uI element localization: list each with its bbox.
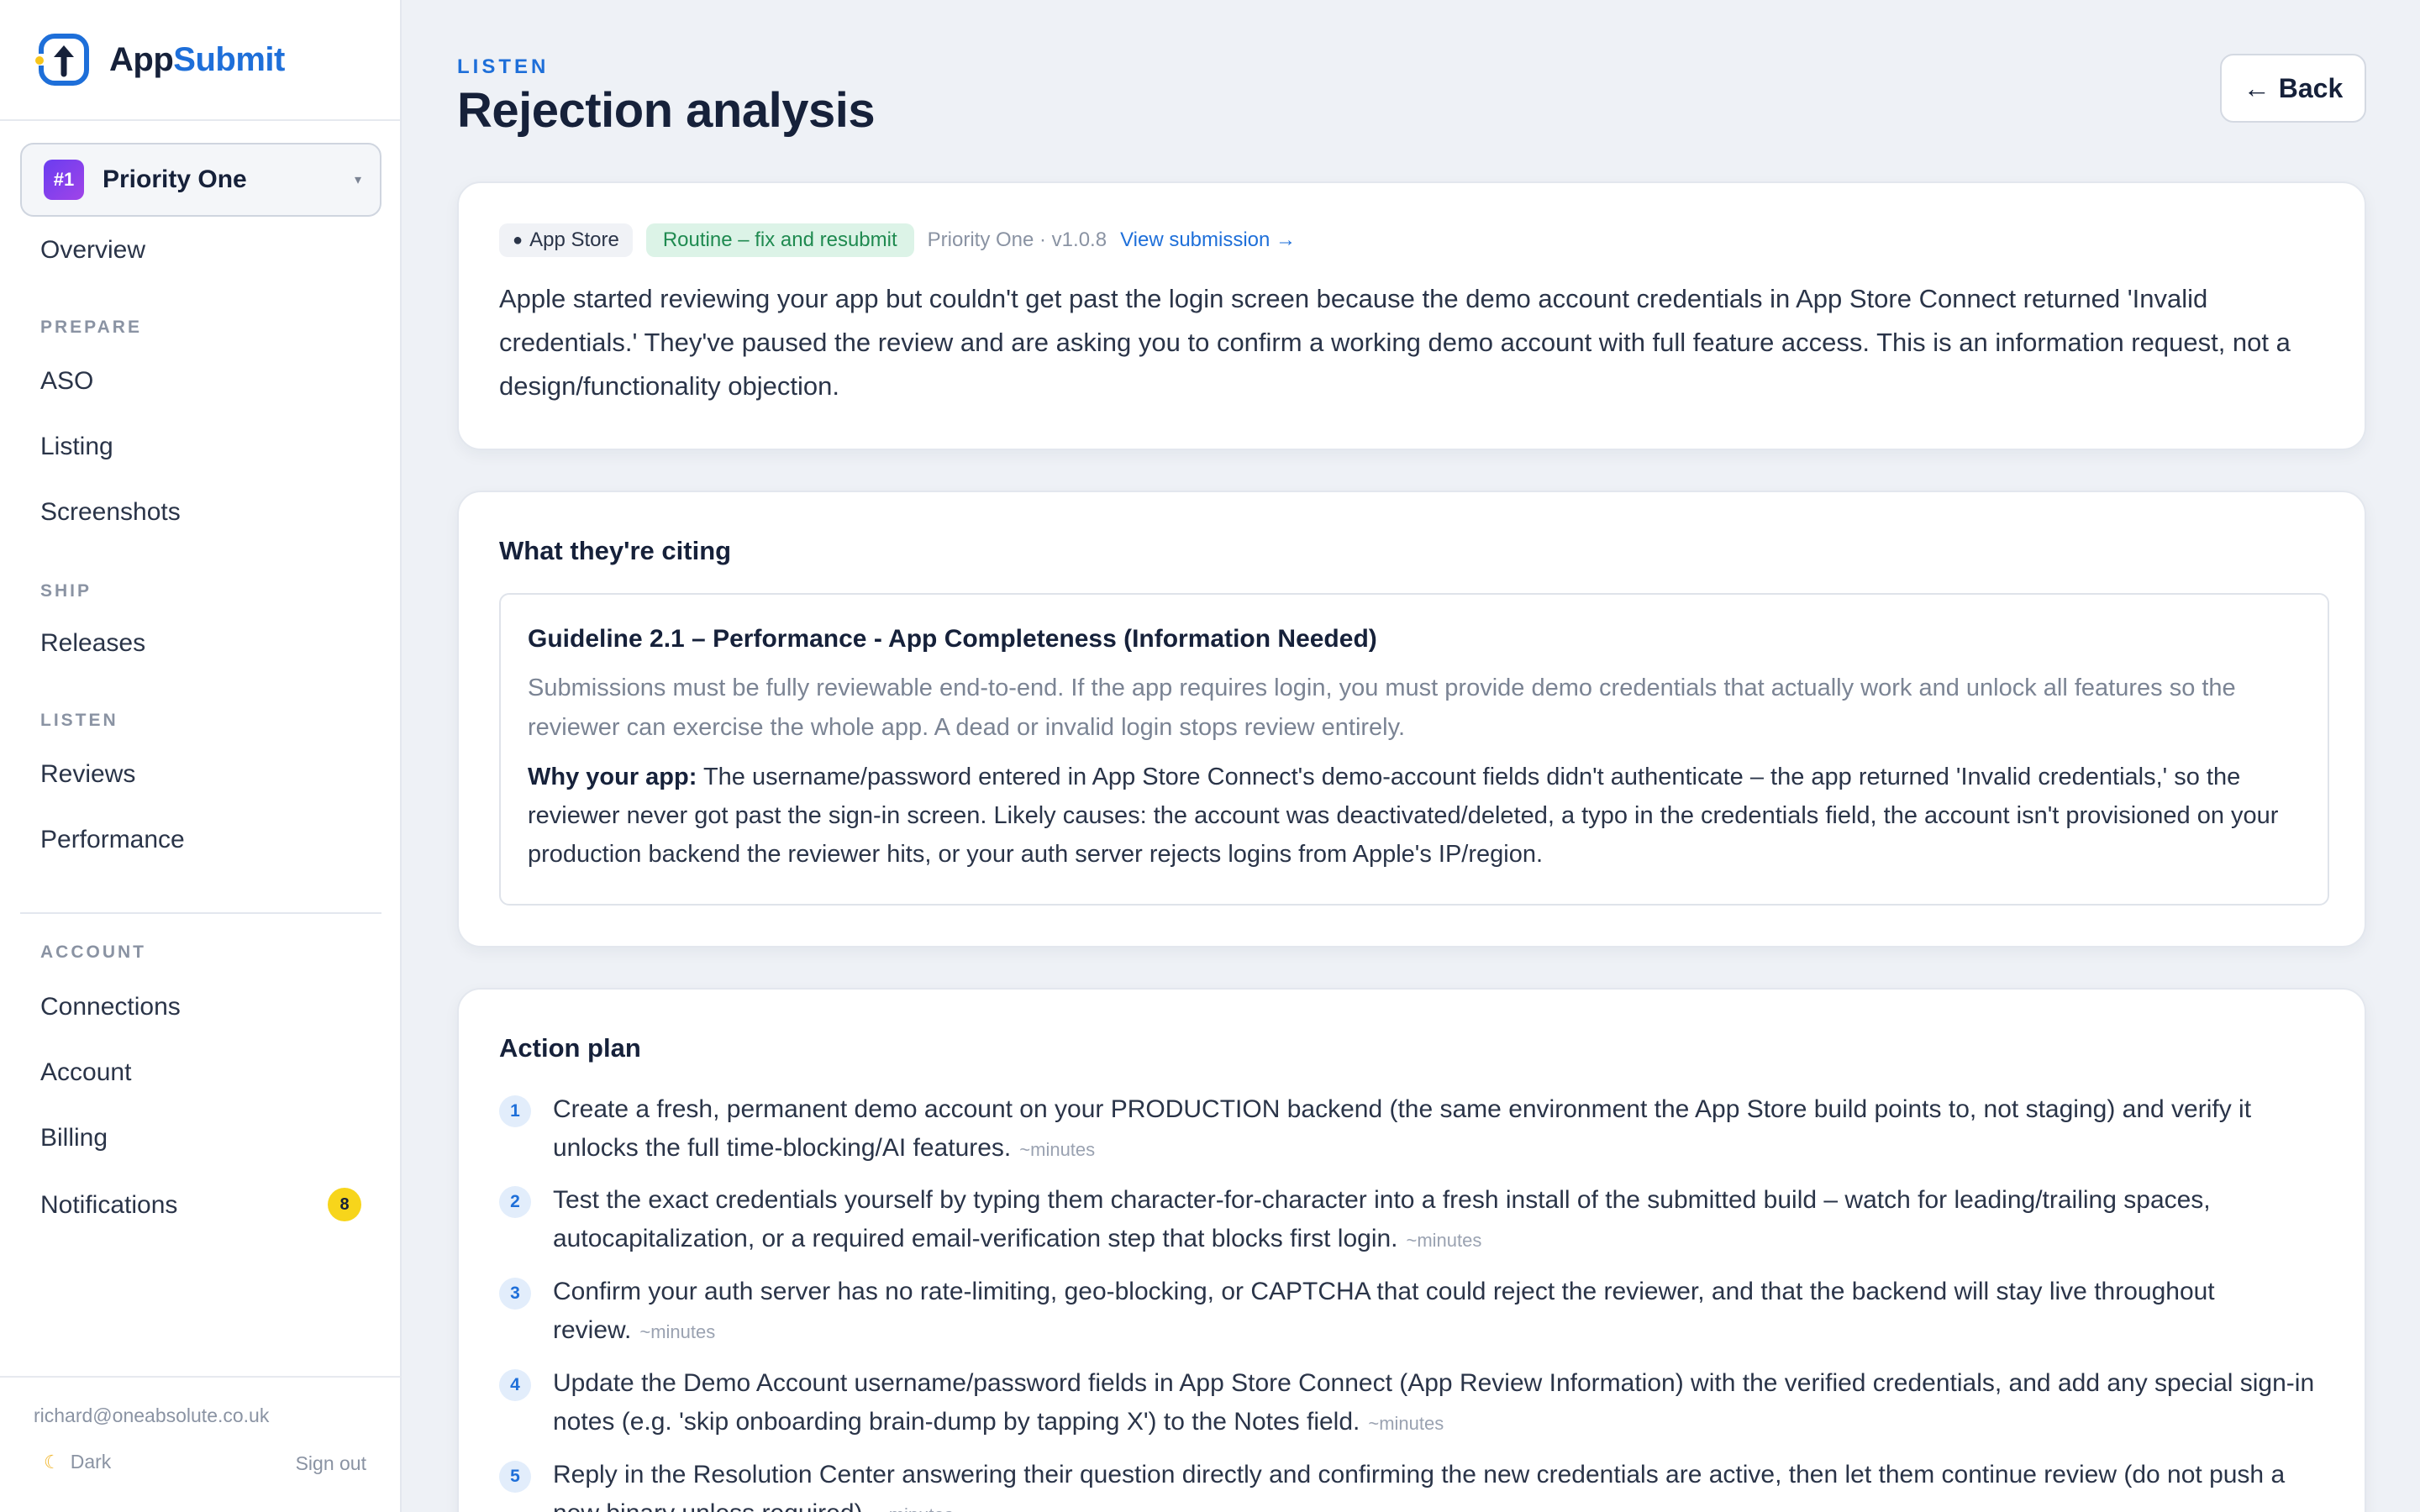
nav-section-account: ACCOUNT <box>40 942 146 962</box>
view-submission-link[interactable]: View submission → <box>1120 228 1296 252</box>
theme-toggle[interactable]: ☾ Dark <box>44 1451 111 1473</box>
sidebar-item-billing[interactable]: Billing <box>40 1124 108 1152</box>
sidebar-item-releases[interactable]: Releases <box>40 629 145 658</box>
why-label: Why your app: <box>528 764 697 790</box>
sidebar-item-notifications[interactable]: Notifications <box>40 1191 177 1220</box>
step-text: Confirm your auth server has no rate-lim… <box>553 1273 2326 1352</box>
notifications-count-badge: 8 <box>328 1188 361 1221</box>
step-estimate: ~minutes <box>878 1504 954 1512</box>
brand-name-submit: Submit <box>173 40 285 78</box>
step-estimate: ~minutes <box>639 1321 716 1342</box>
step-number: 5 <box>499 1461 531 1493</box>
page-title: Rejection analysis <box>457 83 876 138</box>
citing-card: What they're citing Guideline 2.1 – Perf… <box>457 491 2366 948</box>
submission-meta: ● App Store Routine – fix and resubmit P… <box>499 223 1296 257</box>
sidebar-footer-divider <box>0 1376 402 1378</box>
app-switcher-name: Priority One <box>103 165 247 193</box>
app-badge: #1 <box>44 160 84 200</box>
severity-badge: Routine – fix and resubmit <box>645 223 914 257</box>
step-estimate: ~minutes <box>1368 1413 1444 1434</box>
step-description: Reply in the Resolution Center answering… <box>553 1461 2286 1512</box>
plan-step: 5 Reply in the Resolution Center answeri… <box>499 1456 2348 1512</box>
sidebar-item-overview[interactable]: Overview <box>40 236 145 265</box>
summary-text: Apple started reviewing your app but cou… <box>499 284 2291 401</box>
app-version: Priority One · v1.0.8 <box>927 228 1107 251</box>
sidebar-item-account[interactable]: Account <box>40 1058 131 1087</box>
apple-icon: ● <box>513 230 523 249</box>
upload-logo-icon <box>34 34 89 86</box>
step-description: Confirm your auth server has no rate-lim… <box>553 1278 2215 1344</box>
step-text: Create a fresh, permanent demo account o… <box>553 1090 2326 1169</box>
nav-section-prepare: PREPARE <box>40 318 142 337</box>
guideline-box: Guideline 2.1 – Performance - App Comple… <box>499 593 2329 906</box>
sidebar-item-screenshots[interactable]: Screenshots <box>40 498 181 527</box>
store-label: App Store <box>529 228 619 251</box>
brand-name: AppSubmit <box>109 41 285 79</box>
chevron-down-icon: ▾ <box>354 173 361 187</box>
sidebar-item-reviews[interactable]: Reviews <box>40 760 135 789</box>
brand-name-app: App <box>109 40 174 78</box>
sidebar: AppSubmit #1 Priority One ▾ Overview PRE… <box>0 0 402 1512</box>
why-text: The username/password entered in App Sto… <box>528 764 2279 868</box>
theme-toggle-label: Dark <box>70 1451 112 1473</box>
back-button[interactable]: ← Back <box>2220 54 2366 123</box>
step-number: 3 <box>499 1278 531 1310</box>
app-switcher[interactable]: #1 Priority One ▾ <box>20 143 381 217</box>
guideline-title: Guideline 2.1 – Performance - App Comple… <box>528 625 1377 653</box>
action-plan-card: Action plan 1 Create a fresh, permanent … <box>457 988 2366 1512</box>
plan-step: 4 Update the Demo Account username/passw… <box>499 1364 2348 1443</box>
sidebar-item-listing[interactable]: Listing <box>40 433 113 461</box>
plan-step: 1 Create a fresh, permanent demo account… <box>499 1090 2348 1169</box>
brand-logo-link[interactable]: AppSubmit <box>0 0 400 121</box>
store-pill: ● App Store <box>499 223 633 257</box>
user-email: richard@oneabsolute.co.uk <box>34 1404 270 1426</box>
nav-section-listen: LISTEN <box>40 711 118 730</box>
plan-step: 2 Test the exact credentials yourself by… <box>499 1181 2348 1260</box>
action-plan-heading: Action plan <box>499 1033 641 1063</box>
sign-out-link[interactable]: Sign out <box>296 1452 366 1475</box>
step-number: 1 <box>499 1095 531 1127</box>
step-text: Update the Demo Account username/passwor… <box>553 1364 2326 1443</box>
nav-section-ship: SHIP <box>40 581 92 601</box>
step-description: Test the exact credentials yourself by t… <box>553 1186 2211 1252</box>
arrow-left-icon: ← <box>2243 72 2270 103</box>
sidebar-item-connections[interactable]: Connections <box>40 993 181 1021</box>
back-button-label: Back <box>2278 72 2344 103</box>
page-eyebrow: LISTEN <box>457 55 550 78</box>
plan-step: 3 Confirm your auth server has no rate-l… <box>499 1273 2348 1352</box>
guideline-description: Submissions must be fully reviewable end… <box>528 675 2236 741</box>
step-estimate: ~minutes <box>1406 1230 1482 1251</box>
step-text: Test the exact credentials yourself by t… <box>553 1181 2326 1260</box>
step-estimate: ~minutes <box>1019 1139 1096 1160</box>
sidebar-divider <box>20 912 381 914</box>
step-number: 4 <box>499 1369 531 1401</box>
step-text: Reply in the Resolution Center answering… <box>553 1456 2326 1512</box>
citing-heading: What they're citing <box>499 536 732 565</box>
step-description: Create a fresh, permanent demo account o… <box>553 1095 2252 1162</box>
sidebar-item-aso[interactable]: ASO <box>40 367 93 396</box>
moon-icon: ☾ <box>44 1451 60 1473</box>
guideline-why: Why your app: The username/password ente… <box>528 758 2301 874</box>
summary-card: ● App Store Routine – fix and resubmit P… <box>457 181 2366 450</box>
sidebar-item-performance[interactable]: Performance <box>40 826 185 854</box>
step-number: 2 <box>499 1186 531 1218</box>
